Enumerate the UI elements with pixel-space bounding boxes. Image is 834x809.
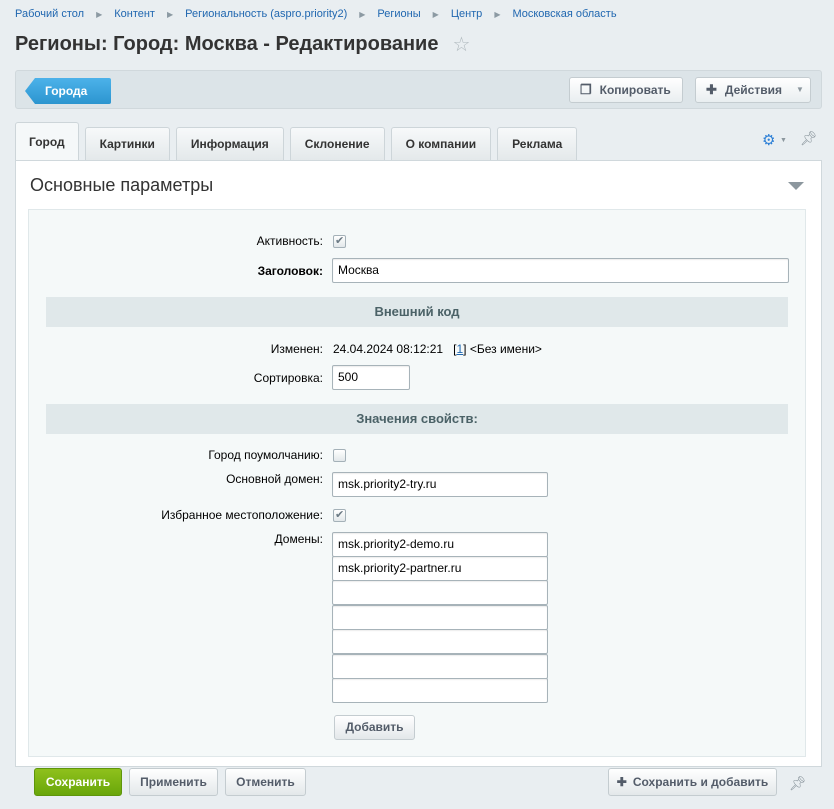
modified-info: 24.04.2024 08:12:21 [1] <Без имени> [333, 342, 542, 356]
copy-button-label: Копировать [599, 83, 671, 97]
favorite-location-label: Избранное местоположение: [161, 508, 323, 522]
breadcrumb-item[interactable]: Московская область [512, 8, 616, 20]
tab-city[interactable]: Город [15, 122, 79, 161]
breadcrumb: Рабочий стол ▶ Контент ▶ Региональность (a… [15, 8, 617, 20]
default-city-label: Город поумолчанию: [208, 448, 323, 462]
active-checkbox[interactable] [333, 234, 346, 248]
save-and-add-label: Сохранить и добавить [632, 775, 769, 789]
modified-date: 24.04.2024 08:12:21 [333, 342, 444, 356]
active-label: Активность: [256, 234, 323, 248]
star-icon[interactable]: ☆ [452, 32, 470, 57]
page-title: Регионы: Город: Москва - Редактирование … [15, 32, 470, 57]
properties-header: Значения свойств: [46, 404, 788, 434]
tab-about-company[interactable]: О компании [390, 127, 492, 161]
tab-information[interactable]: Информация [175, 127, 284, 161]
actions-button[interactable]: ✚ Действия ▼ [695, 77, 811, 103]
chevron-down-icon[interactable]: ▼ [780, 137, 787, 144]
tab-declension[interactable]: Склонение [289, 127, 385, 161]
breadcrumb-item[interactable]: Регионы [377, 8, 420, 20]
chevron-right-icon: ▶ [359, 9, 366, 19]
add-domain-button[interactable]: Добавить [334, 715, 415, 740]
chevron-down-icon: ▼ [795, 85, 804, 94]
section-title: Основные параметры [30, 175, 214, 195]
favorite-location-checkbox[interactable] [333, 508, 346, 522]
save-and-add-button[interactable]: ✚ Сохранить и добавить [608, 768, 777, 796]
modified-user-link[interactable]: 1 [456, 342, 463, 356]
breadcrumb-item[interactable]: Региональность (aspro.priority2) [185, 8, 347, 20]
sort-label: Сортировка: [253, 371, 323, 385]
chevron-right-icon: ▶ [166, 9, 174, 19]
domain-input[interactable]: msk.priority2-demo.ru [332, 532, 548, 557]
domain-input[interactable] [332, 605, 548, 630]
title-label: Заголовок: [257, 264, 323, 278]
domains-label: Домены: [274, 532, 323, 546]
edit-panel: Основные параметры Активность: Заголовок… [15, 160, 822, 767]
tab-pictures[interactable]: Картинки [84, 127, 170, 161]
apply-button[interactable]: Применить [129, 768, 218, 796]
breadcrumb-item[interactable]: Центр [451, 8, 483, 20]
actions-button-label: Действия [724, 83, 782, 97]
cancel-button[interactable]: Отменить [225, 768, 306, 796]
save-button[interactable]: Сохранить [34, 768, 122, 796]
domain-input[interactable] [332, 580, 548, 605]
domain-input[interactable]: msk.priority2-partner.ru [332, 556, 548, 581]
chevron-right-icon: ▶ [494, 9, 501, 19]
chevron-right-icon: ▶ [432, 9, 439, 19]
form-area: Активность: Заголовок: Москва Внешний ко… [28, 209, 806, 757]
gear-icon[interactable]: ⚙ [762, 131, 775, 149]
title-input[interactable]: Москва [332, 258, 789, 283]
page-title-text: Регионы: Город: Москва - Редактирование [15, 33, 439, 55]
breadcrumb-item[interactable]: Рабочий стол [15, 8, 84, 20]
modified-label: Изменен: [270, 342, 323, 356]
toolbar: Города ❐ Копировать ✚ Действия ▼ [15, 70, 822, 109]
pin-icon[interactable]: 📌︎ [789, 775, 807, 792]
domain-input[interactable] [332, 678, 548, 703]
domain-input[interactable] [332, 629, 548, 654]
tab-advertising[interactable]: Реклама [497, 127, 578, 161]
sort-input[interactable]: 500 [332, 365, 410, 390]
plus-icon: ✚ [706, 82, 717, 97]
back-to-cities-button[interactable]: Города [25, 78, 111, 104]
tab-bar: Город Картинки Информация Склонение О ко… [15, 122, 583, 161]
modified-user-name: <Без имени> [469, 342, 542, 356]
default-city-checkbox[interactable] [333, 449, 346, 462]
main-domain-input[interactable]: msk.priority2-try.ru [332, 472, 548, 497]
copy-button[interactable]: ❐ Копировать [569, 77, 683, 103]
domain-input[interactable] [332, 654, 548, 679]
chevron-right-icon: ▶ [96, 9, 103, 19]
collapse-icon[interactable] [788, 182, 804, 190]
external-code-header: Внешний код [46, 297, 788, 327]
breadcrumb-item[interactable]: Контент [114, 8, 155, 20]
copy-icon: ❐ [580, 82, 592, 97]
main-domain-label: Основной домен: [226, 472, 323, 486]
plus-icon: ✚ [616, 775, 627, 789]
pin-icon[interactable]: 📌︎ [800, 130, 818, 147]
